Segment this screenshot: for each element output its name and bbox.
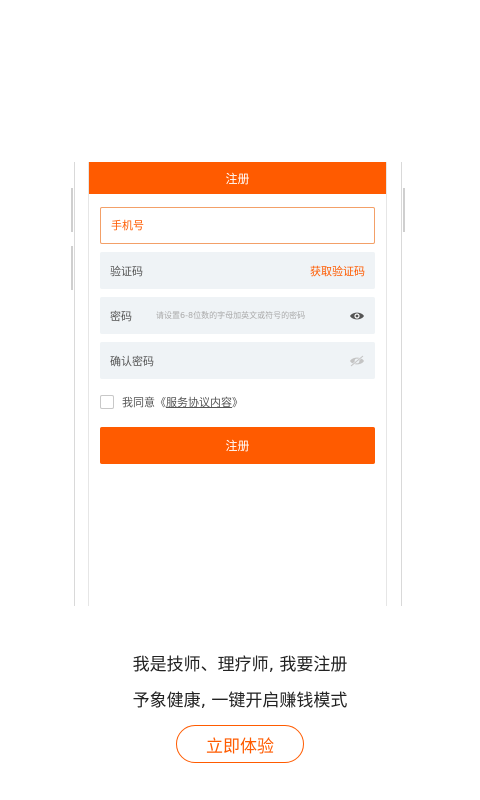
- agreement-checkbox[interactable]: [100, 395, 114, 409]
- password-hint: 请设置6-8位数的字母加英文或符号的密码: [156, 311, 306, 320]
- agreement-suffix: 》: [232, 396, 243, 409]
- phone-frame-left: [74, 162, 75, 606]
- verification-code-label: 验证码: [110, 264, 143, 278]
- register-submit-button[interactable]: 注册: [100, 427, 375, 464]
- phone-field[interactable]: [100, 207, 375, 244]
- verification-code-field[interactable]: 验证码 获取验证码: [100, 252, 375, 289]
- try-now-button[interactable]: 立即体验: [176, 725, 304, 763]
- register-screen: 注册 验证码 获取验证码 密码 请设置6-8位数的字母加英文或符号的密码 确认密…: [89, 162, 386, 606]
- get-code-button[interactable]: 获取验证码: [310, 263, 365, 279]
- agreement-prefix: 我同意《: [122, 396, 166, 409]
- phone-input[interactable]: [111, 219, 364, 232]
- phone-screen-edge-right: [386, 162, 387, 606]
- password-field[interactable]: 密码 请设置6-8位数的字母加英文或符号的密码: [100, 297, 375, 334]
- password-label: 密码: [110, 309, 132, 323]
- phone-volume-up: [71, 188, 73, 232]
- agreement-row: 我同意《 服务协议内容 》: [100, 394, 243, 410]
- register-header: 注册: [89, 162, 386, 194]
- promo-line-1: 我是技师、理疗师, 我要注册: [132, 655, 348, 675]
- phone-volume-down: [71, 246, 73, 290]
- confirm-password-field[interactable]: 确认密码: [100, 342, 375, 379]
- eye-icon[interactable]: [349, 310, 365, 322]
- phone-power-button: [403, 188, 405, 232]
- confirm-password-label: 确认密码: [110, 354, 154, 368]
- service-agreement-link[interactable]: 服务协议内容: [166, 394, 232, 410]
- phone-frame-right: [401, 162, 402, 606]
- eye-off-icon[interactable]: [349, 354, 365, 367]
- promo-line-2: 予象健康, 一键开启赚钱模式: [132, 691, 348, 711]
- register-header-title: 注册: [225, 171, 250, 186]
